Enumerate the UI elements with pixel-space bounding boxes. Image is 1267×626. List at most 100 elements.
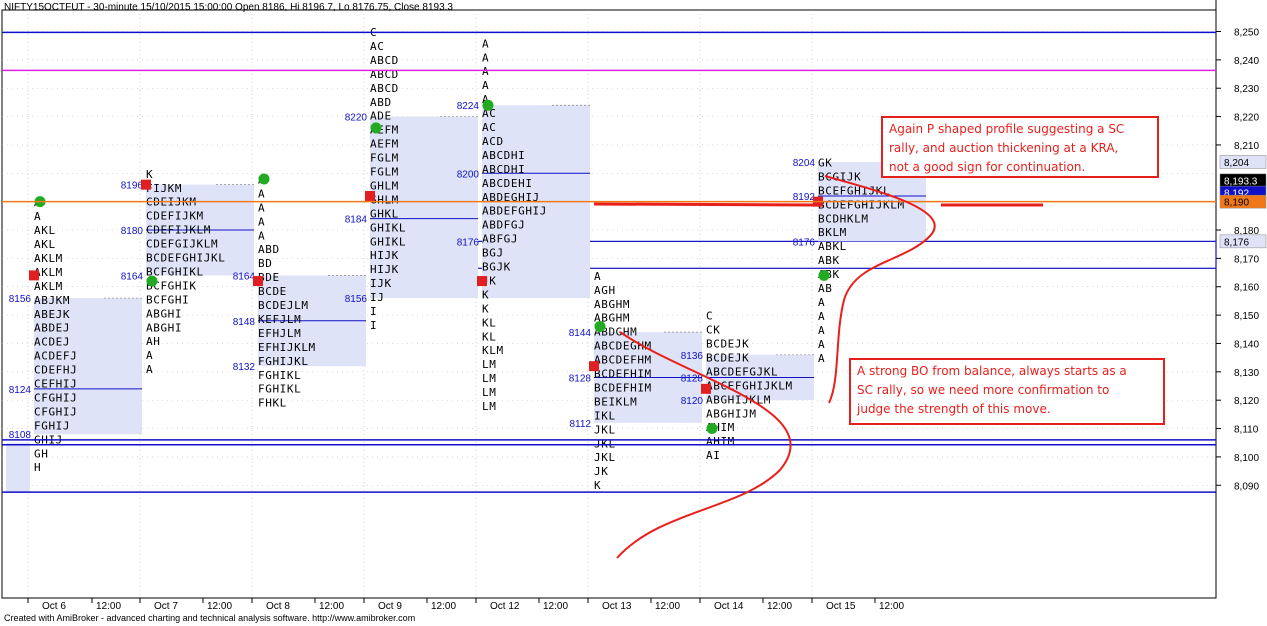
profile-row: K <box>482 288 489 301</box>
profile-row: FGHIJKL <box>258 355 309 368</box>
profile-row: ABDEJ <box>34 322 70 335</box>
profile-row: JKL <box>594 451 616 464</box>
profile-row: ABD <box>370 96 392 109</box>
profile-row: A <box>482 65 489 78</box>
profile-value-label: 8196 <box>121 181 144 192</box>
profile-row: GH <box>34 447 48 460</box>
profile-row: A <box>818 352 825 365</box>
profile-row: LM <box>482 358 496 371</box>
profile-row: BD <box>258 257 272 270</box>
profile-row: IJK <box>370 277 392 290</box>
profile-row: ADE <box>370 110 392 123</box>
profile-row: A <box>34 210 41 223</box>
profile-row: BCDE <box>258 285 287 298</box>
profile-row: ABCDEFHM <box>594 354 652 367</box>
profile-value-label: 8112 <box>569 419 591 430</box>
close-marker <box>370 122 382 134</box>
y-tick-label: 8,250 <box>1234 28 1259 39</box>
profile-row: A <box>146 349 153 362</box>
profile-row: ABCDHI <box>482 149 525 162</box>
profile-row: ABJKM <box>34 294 70 307</box>
profile-value-label: 8144 <box>569 328 592 339</box>
profile-row: A <box>818 310 825 323</box>
profile-row: GHIKL <box>370 221 406 234</box>
open-marker <box>29 270 39 281</box>
profile-row: AB <box>818 282 832 295</box>
market-profile-chart: Oct 6 12:00 Oct 7 12:00 Oct 8 12:00 Oct 9 12:00… <box>1 0 1267 612</box>
y-tick-label: 8,240 <box>1234 56 1259 67</box>
profile-row: BKLM <box>818 226 847 239</box>
profile-row: A <box>594 270 601 283</box>
profile-row: HIJK <box>370 263 399 276</box>
y-tick-label: 8,120 <box>1234 396 1259 407</box>
profile-row: FGHIKL <box>258 383 301 396</box>
profile-row: FGHIJ <box>34 419 70 432</box>
x-tick-label: Oct 12 <box>490 601 520 612</box>
annotation-stroke <box>593 202 816 207</box>
profile-row: K <box>594 479 601 492</box>
profile-value-label: 8164 <box>121 271 144 282</box>
profile-row: EFHIJKLM <box>258 341 316 354</box>
profile-value-label: 8124 <box>9 385 32 396</box>
profile-row: BCDEJK <box>706 338 749 351</box>
profile-row: A <box>482 51 489 64</box>
x-tick-label: Oct 13 <box>602 601 632 612</box>
close-marker <box>706 423 718 435</box>
profile-row: FGHIKL <box>258 369 301 382</box>
profile-value-label: 8184 <box>345 215 368 226</box>
profile-row: BCEFGHIJKL <box>818 184 890 197</box>
profile-row: KL <box>482 330 496 343</box>
profile-row: K <box>146 168 153 181</box>
profile-row: FHKL <box>258 397 287 410</box>
profile-row: AC <box>482 121 496 134</box>
profile-row: ABGHIJM <box>706 407 757 420</box>
x-tick-label: 12:00 <box>319 601 344 612</box>
profile-row: A <box>818 338 825 351</box>
profile-row: A <box>818 324 825 337</box>
open-marker <box>477 276 487 287</box>
profile-row: ABGHI <box>146 307 182 320</box>
profile-row: GK <box>818 156 832 169</box>
profile-row: HIJK <box>370 249 399 262</box>
profile-row: ABCEFGHIJKLM <box>706 379 793 392</box>
profile-row: LM <box>482 372 496 385</box>
x-tick-label: Oct 6 <box>42 601 66 612</box>
profile-oct-6: AAAKLAKLAKLMAKLMAKLMABJKMABEJKABDEJACDEJ… <box>9 196 142 474</box>
profile-row: CDEFGIJKLM <box>146 238 218 251</box>
profile-row: ACD <box>482 135 504 148</box>
y-tick-label: 8,150 <box>1234 311 1259 322</box>
profile-row: CDEFIJKLM <box>146 224 211 237</box>
profile-value-label: 8200 <box>457 169 480 180</box>
profile-row: ABGHI <box>146 321 182 334</box>
profile-row: IKL <box>594 409 616 422</box>
y-tick-label: 8,100 <box>1234 453 1259 464</box>
profile-row: ABK <box>818 254 840 267</box>
profile-row: AKLM <box>34 280 63 293</box>
profile-row: KL <box>482 316 496 329</box>
profile-row: CK <box>706 324 720 337</box>
profile-row: ABCDEHI <box>482 177 533 190</box>
annotation-breakout-balance: A strong BO from balance, always starts … <box>849 358 1165 425</box>
open-marker <box>141 179 151 190</box>
profile-row: ABKL <box>818 240 847 253</box>
profile-row: A <box>258 229 265 242</box>
open-marker <box>365 190 375 201</box>
profile-value-label: 8204 <box>793 158 816 169</box>
profile-row: FIJKM <box>146 182 182 195</box>
profile-row: BCDHKLM <box>818 212 869 225</box>
profile-row: KEFJLM <box>258 313 301 326</box>
x-tick-label: 12:00 <box>655 601 680 612</box>
profile-value-label: 8156 <box>9 294 32 305</box>
profile-row: BCDEJK <box>706 351 749 364</box>
profile-value-label: 8136 <box>681 351 704 362</box>
profile-row: IJ <box>370 291 384 304</box>
profile-row: BCDEFGHIJKL <box>146 252 225 265</box>
profile-row: BGJ <box>482 247 504 260</box>
x-tick-label: Oct 7 <box>154 601 178 612</box>
x-tick-label: Oct 15 <box>826 601 856 612</box>
x-tick-label: 12:00 <box>767 601 792 612</box>
y-tick-label: 8,140 <box>1234 339 1259 350</box>
profile-row: AKL <box>34 238 56 251</box>
y-tick-label: 8,130 <box>1234 368 1259 379</box>
profile-row: A <box>482 79 489 92</box>
